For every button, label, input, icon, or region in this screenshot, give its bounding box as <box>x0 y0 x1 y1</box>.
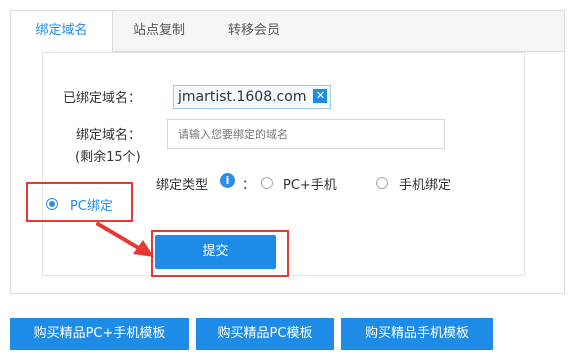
bind-type-label: 绑定类型 <box>156 178 209 193</box>
tab-site-copy[interactable]: 站点复制 <box>113 11 205 51</box>
tab-bind-domain[interactable]: 绑定域名 <box>11 11 113 52</box>
radio-mobile[interactable] <box>376 177 388 189</box>
bind-domain-label: 绑定域名： <box>76 128 142 143</box>
bound-domain-tag: jmartist.1608.com ✕ <box>173 85 332 109</box>
domain-input[interactable] <box>167 119 445 149</box>
buy-pc-template-button[interactable]: 购买精品PC模板 <box>196 318 334 350</box>
radio-pc-mobile[interactable] <box>261 177 273 189</box>
buy-pc-mobile-template-button[interactable]: 购买精品PC+手机模板 <box>10 318 189 350</box>
remaining-count: (剩余15个) <box>75 150 141 165</box>
tab-bar: 绑定域名 站点复制 转移会员 <box>11 11 564 52</box>
buy-mobile-template-button[interactable]: 购买精品手机模板 <box>341 318 493 350</box>
radio-mobile-label: 手机绑定 <box>399 178 452 193</box>
info-icon[interactable]: i <box>220 173 235 188</box>
submit-button[interactable]: 提交 <box>155 235 276 269</box>
bound-domain-value: jmartist.1608.com <box>178 89 307 105</box>
remove-domain-icon[interactable]: ✕ <box>313 89 328 103</box>
tab-transfer-members[interactable]: 转移会员 <box>206 11 302 51</box>
radio-pc[interactable] <box>46 198 58 210</box>
bind-type-colon: ： <box>242 178 256 193</box>
radio-pc-label: PC绑定 <box>70 199 113 214</box>
bound-domain-label: 已绑定域名： <box>63 91 142 106</box>
radio-pc-mobile-label: PC+手机 <box>283 178 337 193</box>
